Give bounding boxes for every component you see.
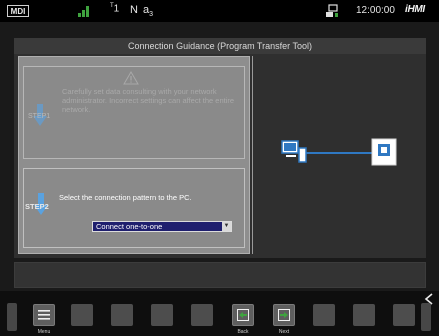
step1-warning-text: Carefully set data consulting with your … (62, 87, 235, 114)
ihmi-logo: iHMI (405, 4, 425, 15)
hamburger-menu-icon (38, 310, 50, 320)
back-icon (237, 309, 249, 321)
softkey-3[interactable] (111, 304, 133, 326)
softkey-9[interactable] (353, 304, 375, 326)
softkey-right-edge[interactable] (421, 303, 431, 331)
message-bar (14, 262, 426, 288)
sequence-n: N (130, 4, 138, 16)
back-label: Back (237, 329, 249, 335)
warning-triangle-icon (123, 71, 139, 85)
menu-button[interactable] (33, 304, 55, 326)
softkey-2[interactable] (71, 304, 93, 326)
softkey-4[interactable] (151, 304, 173, 326)
cnc-machine-icon (371, 138, 397, 166)
next-label: Next (278, 329, 290, 335)
next-icon (278, 309, 290, 321)
network-icon (326, 4, 338, 17)
softkey-10[interactable] (393, 304, 415, 326)
step1-label: STEP1 (28, 113, 51, 120)
connection-diagram (281, 138, 397, 166)
softkey-left-edge[interactable] (7, 303, 17, 331)
status-bar: MDI T1 N a3 12:00:00 iHMI (0, 0, 439, 22)
softkey-5[interactable] (191, 304, 213, 326)
softkey-8[interactable] (313, 304, 335, 326)
menu-label: Menu (37, 329, 51, 335)
axis-a3: a3 (143, 4, 154, 19)
window-title: Connection Guidance (Program Transfer To… (14, 38, 426, 54)
connection-pattern-select[interactable]: Connect one-to-one ▼ (92, 221, 232, 232)
tool-number: T1 (110, 3, 120, 15)
panel-divider (252, 56, 253, 254)
step2-box (23, 168, 245, 248)
step2-label: STEP2 (25, 202, 49, 211)
dropdown-caret-icon[interactable]: ▼ (222, 222, 231, 231)
step2-instruction: Select the connection pattern to the PC. (59, 193, 192, 202)
next-button[interactable] (273, 304, 295, 326)
signal-bars-icon (78, 6, 89, 17)
back-button[interactable] (232, 304, 254, 326)
connection-pattern-value: Connect one-to-one (96, 222, 163, 231)
clock: 12:00:00 (356, 5, 395, 16)
pc-icon (281, 140, 307, 163)
mode-indicator: MDI (7, 5, 29, 17)
